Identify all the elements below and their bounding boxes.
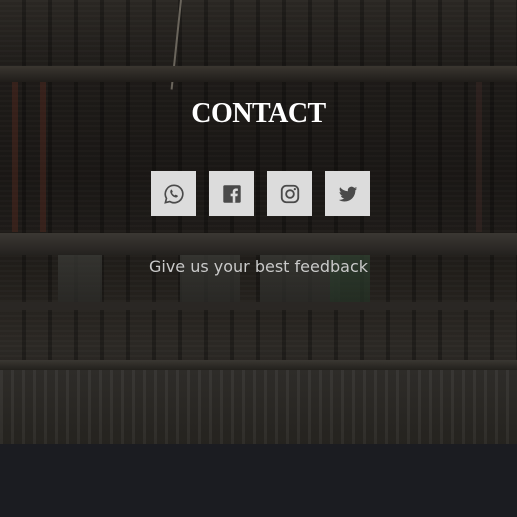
twitter-button[interactable] — [325, 171, 370, 216]
contact-tagline: Give us your best feedback — [148, 257, 369, 276]
whatsapp-icon — [163, 183, 184, 204]
twitter-icon — [338, 186, 357, 202]
facebook-button[interactable] — [209, 171, 254, 216]
facebook-icon — [222, 184, 241, 203]
instagram-button[interactable] — [267, 171, 312, 216]
contact-section: CONTACT Give us your best feedback — [0, 0, 517, 444]
whatsapp-button[interactable] — [151, 171, 196, 216]
page-footer — [0, 444, 517, 517]
social-links — [151, 171, 370, 216]
contact-title: CONTACT — [191, 98, 326, 129]
instagram-icon — [280, 184, 299, 203]
